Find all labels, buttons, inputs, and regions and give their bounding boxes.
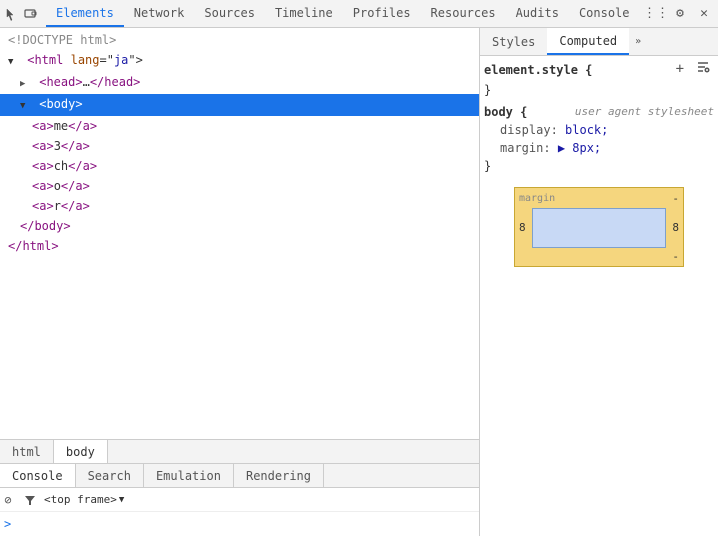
left-panel: <!DOCTYPE html> ▼ <html lang="ja"> ▶ <he… — [0, 28, 480, 536]
main-layout: <!DOCTYPE html> ▼ <html lang="ja"> ▶ <he… — [0, 28, 718, 536]
dom-line-html[interactable]: ▼ <html lang="ja"> — [0, 50, 479, 72]
filter-icon[interactable] — [22, 492, 38, 508]
tab-profiles[interactable]: Profiles — [343, 0, 421, 27]
box-model-container: margin - 8 8 - — [484, 183, 714, 271]
margin-box: margin - 8 8 - — [514, 187, 684, 267]
dom-line-a-ch[interactable]: <a>ch</a> — [0, 156, 479, 176]
element-style-close: } — [484, 83, 491, 97]
tab-timeline[interactable]: Timeline — [265, 0, 343, 27]
subtab-search[interactable]: Search — [76, 464, 144, 487]
dom-line-a-o[interactable]: <a>o</a> — [0, 176, 479, 196]
styles-toolbar: element.style { + — [484, 60, 714, 79]
dom-line-a-me[interactable]: <a>me</a> — [0, 116, 479, 136]
console-prompt: > — [4, 517, 11, 531]
dom-line-head[interactable]: ▶ <head>…</head> — [0, 72, 479, 94]
nav-tabs: Elements Network Sources Timeline Profil… — [46, 0, 640, 27]
styles-tabs: Styles Computed » — [480, 28, 718, 56]
dom-line-a-3[interactable]: <a>3</a> — [0, 136, 479, 156]
subtab-emulation[interactable]: Emulation — [144, 464, 234, 487]
margin-right-value: 8 — [672, 219, 679, 237]
tab-sources[interactable]: Sources — [194, 0, 265, 27]
dom-line-doctype[interactable]: <!DOCTYPE html> — [0, 30, 479, 50]
devtools-toolbar: Elements Network Sources Timeline Profil… — [0, 0, 718, 28]
tab-console[interactable]: Console — [569, 0, 640, 27]
new-style-rule-btn[interactable] — [692, 60, 714, 79]
triangle-icon: ▼ — [8, 53, 20, 71]
chevron-down-icon: ▼ — [119, 495, 124, 505]
dom-line-html-close[interactable]: </html> — [0, 236, 479, 256]
console-input-line: > — [0, 512, 479, 536]
close-icon[interactable]: ✕ — [694, 4, 714, 24]
styles-content: element.style { + } — [480, 56, 718, 536]
right-panel: Styles Computed » element.style { + — [480, 28, 718, 536]
tab-network[interactable]: Network — [124, 0, 195, 27]
border-box — [532, 208, 667, 248]
dom-line-a-r[interactable]: <a>r</a> — [0, 196, 479, 216]
bottom-tabs: html body — [0, 439, 479, 463]
element-style-rule: element.style { + } — [484, 60, 714, 99]
console-toolbar: ⊘ <top frame> ▼ — [0, 488, 479, 512]
console-area: Console Search Emulation Rendering ⊘ <to… — [0, 463, 479, 536]
subtab-rendering[interactable]: Rendering — [234, 464, 324, 487]
tab-computed[interactable]: Computed — [547, 28, 629, 55]
margin-left-value: 8 — [519, 219, 526, 237]
body-display-prop: display: block; — [484, 121, 714, 139]
breadcrumb-body[interactable]: body — [54, 440, 108, 463]
dom-line-body[interactable]: ▼ <body> — [0, 94, 479, 116]
body-margin-prop: margin: ▶ 8px; — [484, 139, 714, 157]
device-icon[interactable] — [22, 6, 38, 22]
body-style-close: } — [484, 159, 491, 173]
inspect-icon[interactable] — [4, 6, 20, 22]
tab-styles[interactable]: Styles — [480, 28, 547, 55]
customize-icon[interactable]: ⋮⋮ — [646, 4, 666, 24]
body-margin-value: ▶ 8px; — [558, 141, 601, 155]
box-model: margin - 8 8 - — [514, 187, 684, 267]
dom-tree[interactable]: <!DOCTYPE html> ▼ <html lang="ja"> ▶ <he… — [0, 28, 479, 439]
triangle-icon: ▶ — [20, 75, 32, 93]
tab-audits[interactable]: Audits — [506, 0, 569, 27]
console-subtabs: Console Search Emulation Rendering — [0, 464, 479, 488]
body-selector: body { — [484, 103, 527, 121]
settings-icon[interactable]: ⚙ — [670, 4, 690, 24]
breadcrumb-html[interactable]: html — [0, 440, 54, 463]
triangle-icon: ▼ — [20, 97, 32, 115]
frame-selector[interactable]: <top frame> ▼ — [44, 493, 124, 506]
toolbar-icons — [4, 6, 46, 22]
user-agent-label: user agent stylesheet — [575, 103, 714, 121]
subtab-console[interactable]: Console — [0, 464, 76, 487]
margin-label: margin — [519, 190, 555, 208]
more-tabs-icon[interactable]: » — [631, 28, 645, 55]
toolbar-right: ⋮⋮ ⚙ ✕ — [646, 4, 714, 24]
tab-elements[interactable]: Elements — [46, 0, 124, 27]
block-icon[interactable]: ⊘ — [0, 492, 16, 508]
body-style-rule: body { user agent stylesheet display: bl… — [484, 103, 714, 175]
dom-line-body-close[interactable]: </body> — [0, 216, 479, 236]
add-style-btn[interactable]: + — [672, 60, 688, 79]
element-style-selector: element.style { — [484, 61, 592, 79]
style-actions: + — [672, 60, 714, 79]
body-display-value: block; — [565, 123, 608, 137]
tab-resources[interactable]: Resources — [421, 0, 506, 27]
